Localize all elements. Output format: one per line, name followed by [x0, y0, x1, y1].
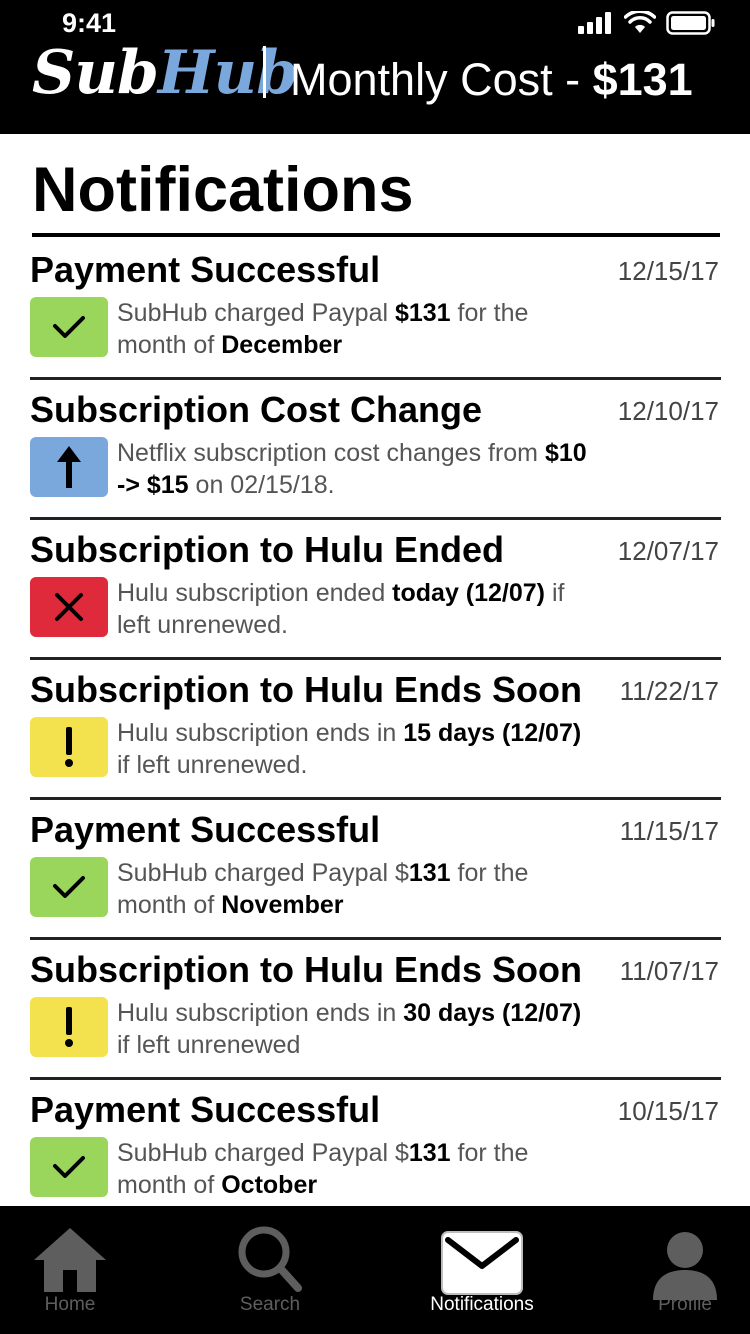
monthly-cost: Monthly Cost - $131 [290, 52, 693, 108]
search-icon [238, 1226, 302, 1292]
wifi-icon [624, 11, 656, 33]
message-text: Netflix subscription cost changes from [117, 439, 545, 467]
page-title: Notifications [32, 155, 414, 225]
notification-date: 12/07/17 [617, 536, 719, 566]
message-emphasis: 30 days (12/07) [403, 999, 582, 1027]
notification-badge [30, 717, 108, 777]
notification-item[interactable]: Subscription to Hulu Ends Soon 11/22/17 Hu… [30, 660, 721, 800]
app-header: 9:41 SubHub Monthly Cost - $131 [0, 0, 750, 134]
notification-date: 11/22/17 [619, 676, 719, 706]
message-emphasis: 15 days (12/07) [403, 719, 582, 747]
tab-profile-label: Profile [658, 1294, 712, 1315]
notification-title: Payment Successful [30, 1089, 381, 1130]
notification-list: Payment Successful 12/15/17 SubHub charged… [30, 240, 721, 1217]
tab-bar: Home Search Notifications Profile [0, 1206, 750, 1334]
notification-title: Subscription to Hulu Ends Soon [30, 669, 582, 710]
title-divider [32, 233, 720, 237]
notification-date: 10/15/17 [617, 1096, 719, 1126]
check-icon [49, 1152, 89, 1182]
monthly-cost-value: $131 [592, 54, 693, 105]
notification-message: SubHub charged Paypal $131 for the month… [117, 1137, 597, 1201]
x-icon [52, 590, 86, 624]
header-divider [263, 46, 266, 98]
notification-message: SubHub charged Paypal $131 for the month… [117, 297, 597, 361]
notification-badge [30, 577, 108, 637]
tab-notifications-label: Notifications [430, 1294, 534, 1315]
monthly-cost-label: Monthly Cost - [290, 54, 593, 105]
notification-item[interactable]: Payment Successful 12/15/17 SubHub charged… [30, 240, 721, 380]
profile-icon [653, 1232, 717, 1300]
arrow-up-icon [54, 444, 84, 490]
home-icon [34, 1228, 106, 1292]
message-text: SubHub charged Paypal [117, 299, 395, 327]
message-text: if left unrenewed. [117, 751, 308, 779]
tab-profile[interactable]: Profile [595, 1206, 750, 1334]
notification-message: Netflix subscription cost changes from $… [117, 437, 597, 501]
notification-badge [30, 297, 108, 357]
message-emphasis: 131 [408, 1139, 451, 1167]
notification-date: 12/15/17 [617, 256, 719, 286]
message-text: Hulu subscription ends in [117, 999, 404, 1027]
tab-notifications[interactable]: Notifications [392, 1206, 572, 1334]
status-icons [578, 10, 716, 36]
envelope-icon [441, 1231, 523, 1295]
tab-search[interactable]: Search [180, 1206, 360, 1334]
check-icon [49, 312, 89, 342]
notification-item[interactable]: Subscription Cost Change 12/10/17 Netflix … [30, 380, 721, 520]
message-emphasis: today (12/07) [392, 579, 546, 607]
battery-icon [666, 11, 715, 35]
notification-item[interactable]: Subscription to Hulu Ends Soon 11/07/17 Hu… [30, 940, 721, 1080]
notification-title: Subscription to Hulu Ended [30, 529, 504, 570]
notification-title: Payment Successful [30, 809, 381, 850]
message-text: if left unrenewed [117, 1031, 301, 1059]
notification-message: Hulu subscription ends in 30 days (12/07… [117, 997, 597, 1061]
notification-message: Hulu subscription ended today (12/07) if… [117, 577, 597, 641]
tab-search-label: Search [239, 1294, 301, 1315]
notification-message: Hulu subscription ends in 15 days (12/07… [117, 717, 597, 781]
notification-title: Payment Successful [30, 249, 381, 290]
message-emphasis: 131 [408, 859, 451, 887]
message-emphasis: November [221, 891, 344, 919]
check-icon [49, 872, 89, 902]
message-emphasis: $131 [394, 299, 451, 327]
exclamation-icon [62, 725, 76, 769]
notification-date: 11/07/17 [619, 956, 719, 986]
notification-badge [30, 857, 108, 917]
message-text: on 02/15/18. [188, 471, 335, 499]
notification-date: 12/10/17 [617, 396, 719, 426]
notification-message: SubHub charged Paypal $131 for the month… [117, 857, 597, 921]
notification-item[interactable]: Payment Successful 10/15/17 SubHub charged… [30, 1080, 721, 1217]
notification-badge [30, 997, 108, 1057]
subhub-logo: SubHub [32, 38, 298, 108]
exclamation-icon [62, 1005, 76, 1049]
status-time: 9:41 [62, 8, 117, 38]
notification-title: Subscription to Hulu Ends Soon [30, 949, 582, 990]
notification-item[interactable]: Subscription to Hulu Ended 12/07/17 Hulu s… [30, 520, 721, 660]
notification-item[interactable]: Payment Successful 11/15/17 SubHub charged… [30, 800, 721, 940]
message-text: Hulu subscription ended [117, 579, 393, 607]
message-emphasis: October [221, 1171, 318, 1199]
tab-home[interactable]: Home [0, 1206, 160, 1334]
notification-date: 11/15/17 [619, 816, 719, 846]
notification-title: Subscription Cost Change [30, 389, 483, 430]
message-text: Hulu subscription ends in [117, 719, 404, 747]
message-emphasis: December [221, 331, 343, 359]
tab-home-label: Home [44, 1294, 96, 1315]
message-text: SubHub charged Paypal $ [117, 859, 409, 887]
message-text: SubHub charged Paypal $ [117, 1139, 409, 1167]
signal-icon [578, 12, 611, 34]
logo-hub: Hub [157, 38, 298, 108]
notification-badge [30, 1137, 108, 1197]
notification-badge [30, 437, 108, 497]
logo-sub: Sub [32, 38, 159, 108]
